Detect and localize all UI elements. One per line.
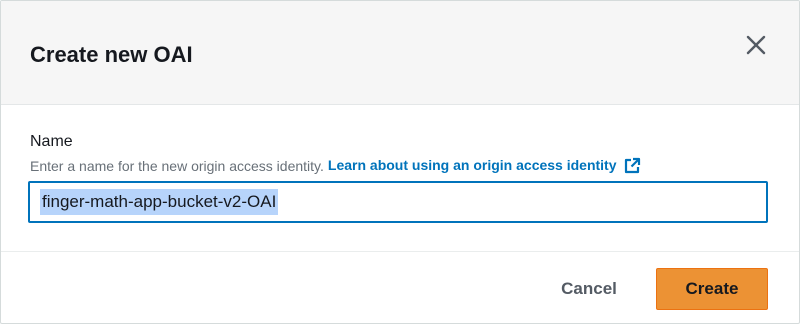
modal-body: Name Enter a name for the new origin acc… [1, 105, 799, 251]
close-button[interactable] [740, 29, 772, 61]
modal-footer: Cancel Create [1, 251, 799, 323]
create-oai-modal: Create new OAI Name Enter a name for the… [0, 0, 800, 324]
learn-more-link-label: Learn about using an origin access ident… [327, 157, 617, 173]
cancel-button[interactable]: Cancel [543, 269, 635, 309]
name-field-label: Name [30, 133, 73, 150]
name-input[interactable]: finger-math-app-bucket-v2-OAI [28, 181, 768, 223]
learn-more-link[interactable]: Learn about using an origin access ident… [328, 156, 641, 175]
name-field-description: Enter a name for the new origin access i… [30, 156, 641, 175]
modal-header: Create new OAI [1, 1, 799, 105]
name-input-value: finger-math-app-bucket-v2-OAI [40, 189, 279, 215]
external-link-icon [624, 158, 640, 174]
description-text: Enter a name for the new origin access i… [30, 157, 324, 174]
close-icon [746, 35, 766, 55]
create-button[interactable]: Create [656, 268, 768, 310]
modal-title: Create new OAI [30, 42, 193, 67]
